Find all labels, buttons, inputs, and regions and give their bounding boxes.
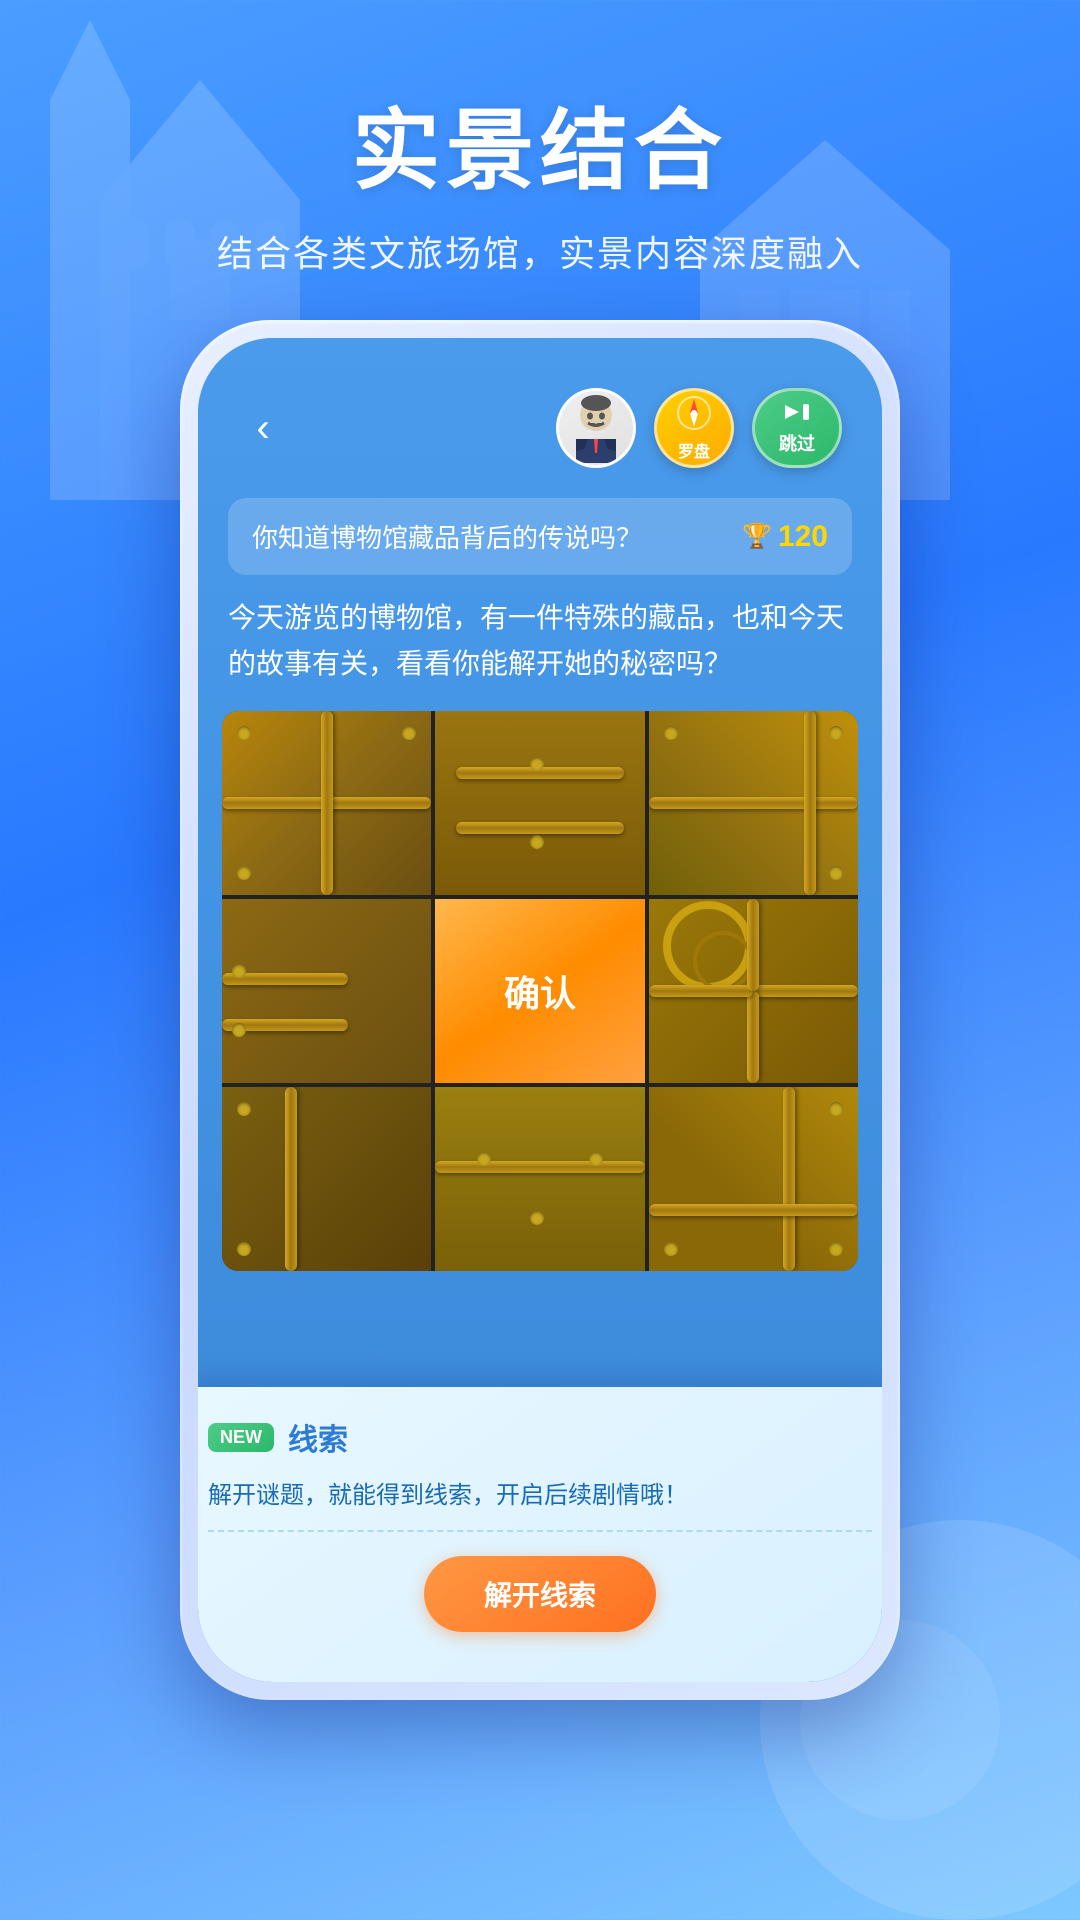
question-text: 你知道博物馆藏品背后的传说吗？ (252, 518, 642, 555)
puzzle-cell-6 (649, 899, 858, 1083)
puzzle-grid: 确认 (222, 711, 858, 1271)
clue-description: 解开谜题，就能得到线索，开启后续剧情哦！ (208, 1475, 872, 1532)
skip-button[interactable]: 跳过 (752, 388, 842, 468)
score-badge: 🏆 120 (742, 520, 828, 554)
question-card: 你知道博物馆藏品背后的传说吗？ 🏆 120 (228, 498, 852, 575)
screen: ‹ (198, 338, 882, 1682)
phone-inner-frame: ‹ (198, 338, 882, 1682)
top-bar: ‹ (198, 338, 882, 488)
puzzle-cell-7 (222, 1087, 431, 1271)
puzzle-cell-8 (435, 1087, 644, 1271)
skip-label: 跳过 (779, 430, 815, 456)
compass-button[interactable]: 罗盘 (654, 388, 734, 468)
clue-header: NEW 线索 (208, 1415, 872, 1459)
unlock-clue-button[interactable]: 解开线索 (424, 1556, 656, 1632)
puzzle-cell-4 (222, 899, 431, 1083)
puzzle-cell-2 (435, 711, 644, 895)
main-title: 实景结合 (0, 80, 1080, 207)
confirm-label: 确认 (504, 965, 576, 1017)
score-number: 120 (778, 520, 828, 554)
description-text: 今天游览的博物馆，有一件特殊的藏品，也和今天的故事有关，看看你能解开她的秘密吗？ (228, 595, 852, 687)
top-right-icons: 罗盘 跳过 (556, 388, 842, 468)
compass-icon (676, 395, 712, 438)
compass-label: 罗盘 (678, 438, 710, 462)
puzzle-cell-1 (222, 711, 431, 895)
puzzle-cell-confirm[interactable]: 确认 (435, 899, 644, 1083)
phone-outer-frame: ‹ (180, 320, 900, 1700)
back-button[interactable]: ‹ (238, 403, 288, 453)
puzzle-cell-9 (649, 1087, 858, 1271)
puzzle-cell-3 (649, 711, 858, 895)
sub-title: 结合各类文旅场馆，实景内容深度融入 (0, 225, 1080, 277)
avatar (556, 388, 636, 468)
phone-mockup: ‹ (180, 320, 900, 1700)
back-chevron-icon: ‹ (256, 406, 269, 451)
clue-card: NEW 线索 解开谜题，就能得到线索，开启后续剧情哦！ 解开线索 (198, 1387, 882, 1682)
skip-arrow-icon (783, 401, 811, 430)
new-badge: NEW (208, 1423, 274, 1452)
trophy-icon: 🏆 (742, 522, 772, 551)
clue-title: 线索 (288, 1415, 348, 1459)
